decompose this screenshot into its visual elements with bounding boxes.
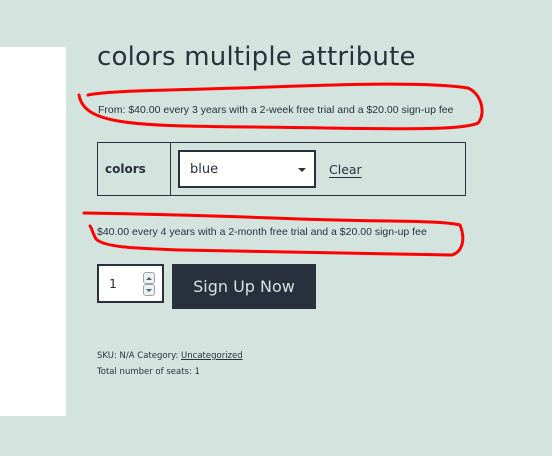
- sign-up-button[interactable]: Sign Up Now: [172, 264, 316, 309]
- product-title: colors multiple attribute: [97, 42, 416, 72]
- colors-select[interactable]: blue: [178, 150, 316, 188]
- price-from: From: $40.00 every 3 years with a 2-week…: [98, 104, 454, 116]
- clear-link[interactable]: Clear: [329, 162, 362, 177]
- quantity-value: 1: [109, 276, 117, 291]
- sidebar-panel: [0, 47, 66, 416]
- chevron-up-icon: [146, 276, 152, 280]
- attribute-label: colors: [98, 143, 171, 195]
- category-link[interactable]: Uncategorized: [181, 351, 243, 361]
- sku-text: SKU: N/A Category:: [97, 351, 182, 361]
- decrement-button[interactable]: [143, 284, 155, 296]
- colors-select-value: blue: [190, 161, 219, 177]
- variation-price: $40.00 every 4 years with a 2-month free…: [97, 226, 427, 238]
- chevron-down-icon: [146, 288, 152, 292]
- sku-category-line: SKU: N/A Category: Uncategorized: [97, 348, 243, 364]
- quantity-stepper[interactable]: 1: [97, 264, 164, 303]
- increment-button[interactable]: [143, 272, 155, 284]
- attribute-value-cell: blue Clear: [171, 143, 465, 195]
- chevron-down-icon: [298, 168, 306, 172]
- variations-table: colors blue Clear: [97, 142, 466, 196]
- seats-text: Total number of seats: 1: [97, 367, 200, 377]
- product-meta: SKU: N/A Category: Uncategorized Total n…: [97, 348, 243, 380]
